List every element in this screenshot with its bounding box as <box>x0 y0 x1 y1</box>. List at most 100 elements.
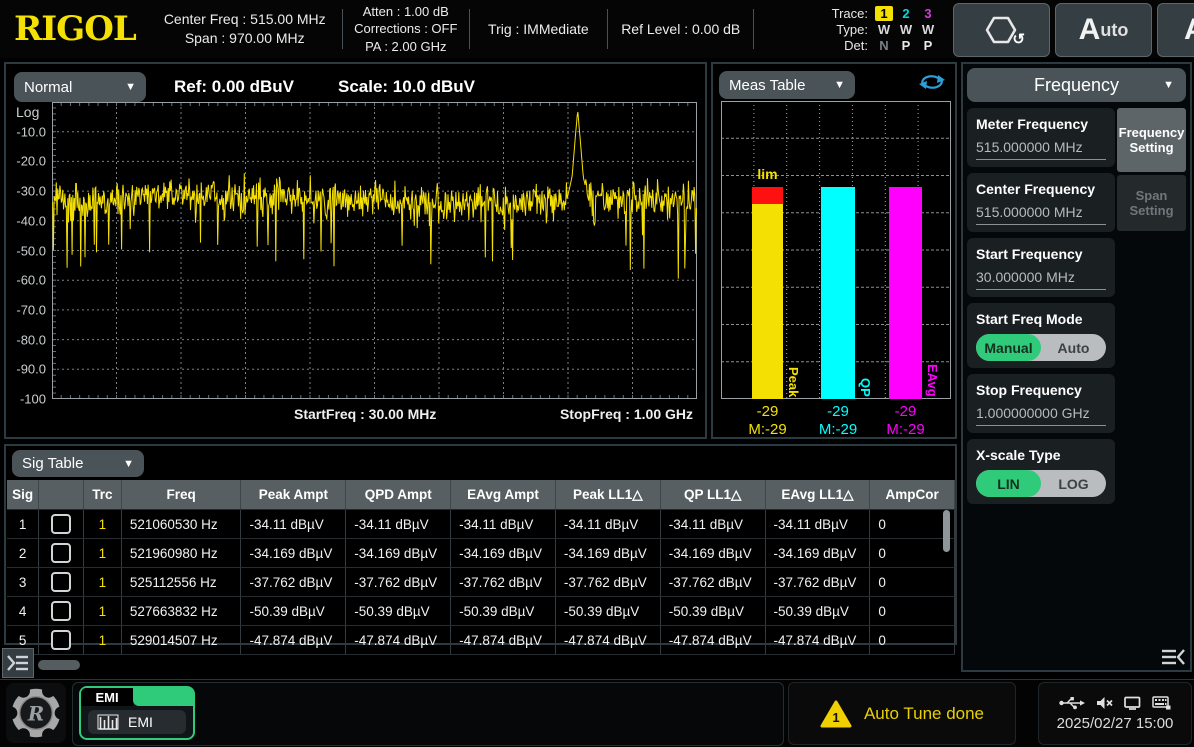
sig-table-dropdown[interactable]: Sig Table ▼ <box>12 450 144 477</box>
table-row[interactable]: 41527663832 Hz-50.39 dBµV-50.39 dBµV-50.… <box>7 597 955 626</box>
column-header-Trc[interactable]: Trc <box>84 480 122 510</box>
tab-span-setting[interactable]: Span Setting <box>1117 175 1186 231</box>
horizontal-scrollbar-thumb[interactable] <box>38 660 80 670</box>
y-axis-tick: -60.0 <box>16 273 46 288</box>
bar-meter-value: M:-29 <box>868 421 944 438</box>
card-label: Start Frequency <box>976 246 1106 262</box>
speaker-mute-icon[interactable] <box>1096 696 1113 710</box>
toggle-option-manual[interactable]: Manual <box>976 334 1041 361</box>
spectrum-plot[interactable] <box>52 102 697 399</box>
table-cell: -37.762 dBµV <box>346 568 451 597</box>
auto-tune-button[interactable]: Auto <box>1055 3 1152 57</box>
emi-mode-item[interactable]: EMI <box>88 710 186 734</box>
monitor-icon[interactable] <box>1124 696 1141 710</box>
trigger-readout[interactable]: Trig : IMMediate <box>470 0 607 58</box>
table-cell: 1 <box>7 510 39 539</box>
y-axis: -10.0-20.0-30.0-40.0-50.0-60.0-70.0-80.0… <box>6 102 48 399</box>
column-header-QP LL1△[interactable]: QP LL1△ <box>660 480 765 510</box>
card-meter-frequency[interactable]: Meter Frequency515.000000 MHz <box>967 108 1115 167</box>
card-label: Center Frequency <box>976 181 1106 197</box>
row-checkbox[interactable] <box>51 543 71 563</box>
table-cell: -47.874 dBµV <box>765 626 870 655</box>
table-header-row: Sig TrcFreqPeak AmptQPD AmptEAvg AmptPeak… <box>7 480 955 510</box>
toggle-option-lin[interactable]: LIN <box>976 470 1041 497</box>
table-cell: -34.11 dBµV <box>555 510 660 539</box>
row-checkbox[interactable] <box>51 514 71 534</box>
card-label: Meter Frequency <box>976 116 1106 132</box>
meas-bar-peak <box>752 187 783 399</box>
trace-detector: N <box>873 38 895 53</box>
table-cell: 0 <box>870 510 955 539</box>
trace-number: 1 <box>875 6 893 21</box>
expand-panel-button[interactable] <box>2 648 34 678</box>
table-row[interactable]: 21521960980 Hz-34.169 dBµV-34.169 dBµV-3… <box>7 539 955 568</box>
trace-label: Trace: <box>832 6 868 21</box>
table-cell: -37.762 dBµV <box>451 568 556 597</box>
column-header-checkbox[interactable] <box>39 480 84 510</box>
system-message[interactable]: 1 Auto Tune done <box>788 682 1016 745</box>
table-cell: -47.874 dBµV <box>451 626 556 655</box>
card-center-frequency[interactable]: Center Frequency 515.000000 MHz <box>967 173 1115 232</box>
y-axis-tick: -30.0 <box>16 184 46 199</box>
sidebar-menu-dropdown[interactable]: Frequency ▼ <box>967 68 1186 102</box>
undo-arrow-icon: ↺ <box>1012 30 1025 48</box>
corrections-readout: Corrections : OFF <box>354 20 457 38</box>
trace-mode-label: Normal <box>24 79 72 96</box>
collapse-panel-icon[interactable] <box>1160 646 1186 668</box>
column-header-Peak Ampt[interactable]: Peak Ampt <box>241 480 346 510</box>
toggle-option-auto[interactable]: Auto <box>1041 334 1106 361</box>
keyboard-icon[interactable] <box>1152 696 1171 710</box>
card-start-frequency[interactable]: Start Frequency30.000000 MHz <box>967 238 1115 297</box>
column-header-EAvg Ampt[interactable]: EAvg Ampt <box>451 480 556 510</box>
table-cell: 521060530 Hz <box>121 510 241 539</box>
table-cell: 525112556 Hz <box>121 568 241 597</box>
auto-label-rest: uto <box>1100 20 1128 41</box>
table-cell: -50.39 dBµV <box>555 597 660 626</box>
ref-level-readout[interactable]: Ref Level : 0.00 dB <box>608 0 753 58</box>
signal-table: Sig TrcFreqPeak AmptQPD AmptEAvg AmptPeak… <box>7 480 955 655</box>
refresh-icon[interactable] <box>917 72 947 92</box>
table-scrollbar-thumb[interactable] <box>943 510 950 552</box>
table-row[interactable]: 51529014507 Hz-47.874 dBµV-47.874 dBµV-4… <box>7 626 955 655</box>
table-cell: -50.39 dBµV <box>451 597 556 626</box>
row-checkbox[interactable] <box>51 572 71 592</box>
card-x-scale-type[interactable]: X-scale TypeLINLOG <box>967 439 1115 504</box>
usb-icon[interactable] <box>1059 696 1085 710</box>
card-value: 515.000000 MHz <box>976 204 1106 225</box>
center-freq-readout: Center Freq : 515.00 MHz <box>164 10 326 29</box>
meas-table-dropdown[interactable]: Meas Table ▼ <box>719 71 855 99</box>
meas-bar-qp <box>821 187 855 399</box>
column-header-QPD Ampt[interactable]: QPD Ampt <box>346 480 451 510</box>
toggle-option-log[interactable]: LOG <box>1041 470 1106 497</box>
row-checkbox[interactable] <box>51 630 71 650</box>
card-stop-frequency[interactable]: Stop Frequency1.000000000 GHz <box>967 374 1115 433</box>
limit-exceeded-segment <box>752 187 783 204</box>
column-header-Freq[interactable]: Freq <box>121 480 241 510</box>
main-menu-button[interactable]: R <box>6 683 66 743</box>
column-header-EAvg LL1△[interactable]: EAvg LL1△ <box>765 480 870 510</box>
preset-button[interactable]: ↺ <box>953 3 1050 57</box>
card-start-freq-mode[interactable]: Start Freq ModeManualAuto <box>967 303 1115 368</box>
partial-button[interactable]: A <box>1157 3 1194 57</box>
amplitude-readout[interactable]: Atten : 1.00 dB Corrections : OFF PA : 2… <box>343 0 469 58</box>
legend-row-type: Type:WWW <box>836 22 939 37</box>
sig-table-panel: Sig Table ▼ SigTrcFreqPeak AmptQPD AmptE… <box>4 444 957 645</box>
trace-mode-dropdown[interactable]: Normal ▼ <box>14 72 146 102</box>
column-header-AmpCor[interactable]: AmpCor <box>870 480 955 510</box>
message-text: Auto Tune done <box>864 704 984 724</box>
table-cell: -37.762 dBµV <box>555 568 660 597</box>
freq-readout[interactable]: Center Freq : 515.00 MHz Span : 970.00 M… <box>148 0 342 58</box>
table-cell: 4 <box>7 597 39 626</box>
emi-task-card[interactable]: EMI EMI <box>79 686 195 740</box>
table-row[interactable]: 31525112556 Hz-37.762 dBµV-37.762 dBµV-3… <box>7 568 955 597</box>
table-cell: -47.874 dBµV <box>555 626 660 655</box>
type-label: Type: <box>836 22 868 37</box>
tab-frequency-setting[interactable]: Frequency Setting <box>1117 108 1186 172</box>
table-cell: -34.169 dBµV <box>660 539 765 568</box>
card-label: Stop Frequency <box>976 382 1106 398</box>
row-checkbox[interactable] <box>51 601 71 621</box>
legend-row-det: Det:NPP <box>844 38 939 53</box>
column-header-Sig[interactable]: Sig <box>7 480 39 510</box>
column-header-Peak LL1△[interactable]: Peak LL1△ <box>555 480 660 510</box>
table-row[interactable]: 11521060530 Hz-34.11 dBµV-34.11 dBµV-34.… <box>7 510 955 539</box>
